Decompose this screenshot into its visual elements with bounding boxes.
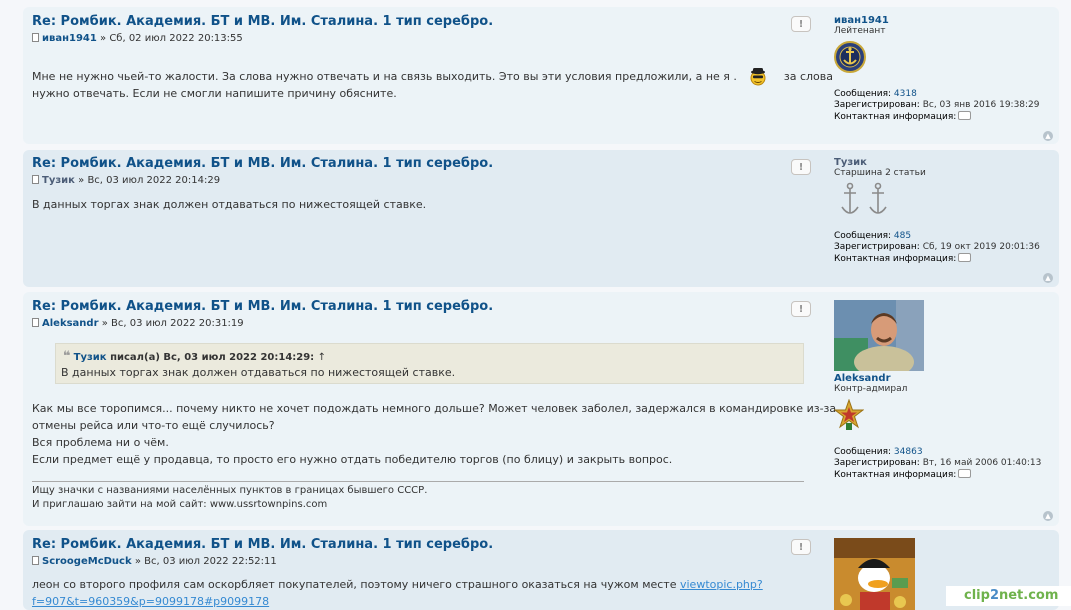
profile-rank: Лейтенант [834,26,886,36]
rank-badge-star-icon [833,398,865,434]
post-icon[interactable] [32,556,39,565]
post-icon[interactable] [32,175,39,184]
profile-contact: Контактная информация: [834,469,972,480]
post-date: » Вс, 03 июл 2022 20:14:29 [78,175,221,186]
post-text-line: Вся проблема ни о чём. [32,436,169,449]
rank-badge-anchor-icon [834,41,866,76]
post-text-line: нужно отвечать. Если не смогли напишите … [32,87,397,100]
avatar [834,300,924,371]
contact-icon[interactable] [958,253,972,262]
post-text-line: отмены рейса или что-то ещё случилось? [32,419,275,432]
quote-mark-icon: ❝ [63,349,71,364]
profile-contact: Контактная информация: [834,253,972,264]
report-button[interactable]: ! [791,159,811,175]
post-author-line: Aleksandr » Вс, 03 июл 2022 20:31:19 [32,318,244,329]
quote-cite: ❝ Тузик писал(а) Вс, 03 июл 2022 20:14:29… [63,349,326,364]
post-text: Мне не нужно чьей-то жалости. За слова н… [32,70,737,83]
post-content: леон со второго профиля сам оскорбляет п… [32,576,763,610]
post-text: В данных торгах знак должен отдаваться п… [32,198,427,211]
post-content: Мне не нужно чьей-то жалости. За слова н… [32,66,833,102]
contact-icon[interactable] [958,111,972,120]
author-link[interactable]: Aleksandr [42,318,99,329]
post-date: » Вс, 03 июл 2022 22:52:11 [134,556,277,567]
smiley-spy-icon [748,66,766,86]
profile-registered: Зарегистрирован: Вт, 16 май 2006 01:40:1… [834,458,1042,468]
post-title[interactable]: Re: Ромбик. Академия. БТ и МВ. Им. Стали… [32,14,493,29]
profile-posts: Сообщения: 34863 [834,447,923,457]
post: Re: Ромбик. Академия. БТ и МВ. Им. Стали… [23,292,1059,526]
quote-author[interactable]: Тузик [74,352,107,363]
back-to-top-icon[interactable]: ▲ [1043,511,1053,521]
post-content: Как мы все торопимся... почему никто не … [32,400,836,468]
post-title[interactable]: Re: Ромбик. Академия. БТ и МВ. Им. Стали… [32,156,493,171]
post-text-line: Как мы все торопимся... почему никто не … [32,402,837,415]
post-date: » Вс, 03 июл 2022 20:31:19 [101,318,244,329]
quote-text: В данных торгах знак должен отдаваться п… [61,366,456,379]
post-title[interactable]: Re: Ромбик. Академия. БТ и МВ. Им. Стали… [32,537,493,552]
signature: Ищу значки с названиями населённых пункт… [32,484,427,512]
author-link[interactable]: ScroogeMcDuck [42,556,132,567]
signature-line: И приглашаю зайти на мой сайт: www.ussrt… [32,499,328,510]
quote-cite-text: писал(а) Вс, 03 июл 2022 20:14:29: [110,352,315,363]
post-text-cont: за слова [783,70,834,83]
post-author-line: иван1941 » Сб, 02 июл 2022 20:13:55 [32,33,243,44]
back-to-top-icon[interactable]: ▲ [1043,131,1053,141]
profile-posts-count[interactable]: 4318 [894,89,917,99]
profile-posts: Сообщения: 485 [834,231,912,241]
report-button[interactable]: ! [791,16,811,32]
profile-username[interactable]: иван1941 [834,15,889,26]
post-text-line: Если предмет ещё у продавца, то просто е… [32,453,673,466]
back-to-top-icon[interactable]: ▲ [1043,273,1053,283]
signature-line: Ищу значки с названиями населённых пункт… [32,485,428,496]
post-author-line: ScroogeMcDuck » Вс, 03 июл 2022 22:52:11 [32,556,277,567]
profile-username[interactable]: Aleksandr [834,373,891,384]
post-text: леон со второго профиля сам оскорбляет п… [32,578,677,591]
post: Re: Ромбик. Академия. БТ и МВ. Им. Стали… [23,150,1059,287]
rank-badge-anchors-icon [838,181,894,224]
post-content: В данных торгах знак должен отдаваться п… [32,196,426,213]
profile-posts: Сообщения: 4318 [834,89,917,99]
profile-posts-count[interactable]: 485 [894,231,911,241]
post: Re: Ромбик. Академия. БТ и МВ. Им. Стали… [23,530,1059,610]
profile-posts-count[interactable]: 34863 [894,447,923,457]
post-date: » Сб, 02 июл 2022 20:13:55 [100,33,243,44]
topic-link[interactable]: viewtopic.php? [680,578,763,591]
report-button[interactable]: ! [791,301,811,317]
report-button[interactable]: ! [791,539,811,555]
post-icon[interactable] [32,33,39,42]
post-author-line: Тузик » Вс, 03 июл 2022 20:14:29 [32,175,220,186]
quote-block: ❝ Тузик писал(а) Вс, 03 июл 2022 20:14:29… [55,343,804,384]
contact-icon[interactable] [958,469,972,478]
signature-divider [32,481,804,482]
post: Re: Ромбик. Академия. БТ и МВ. Им. Стали… [23,7,1059,144]
topic-link-cont[interactable]: f=907&t=960359&p=9099178#p9099178 [32,593,763,610]
profile-rank: Старшина 2 статьи [834,168,926,178]
profile-username[interactable]: Тузик [834,157,867,168]
profile-registered: Зарегистрирован: Вс, 03 янв 2016 19:38:2… [834,100,1040,110]
profile-contact: Контактная информация: [834,111,972,122]
author-link[interactable]: Тузик [42,175,75,186]
quote-jump-arrow[interactable]: ↑ [318,352,326,363]
watermark-logo: clip2net.com [946,586,1071,606]
author-link[interactable]: иван1941 [42,33,97,44]
profile-registered: Зарегистрирован: Сб, 19 окт 2019 20:01:3… [834,242,1040,252]
avatar [834,538,915,610]
profile-rank: Контр-адмирал [834,384,908,394]
post-title[interactable]: Re: Ромбик. Академия. БТ и МВ. Им. Стали… [32,299,493,314]
post-icon[interactable] [32,318,39,327]
